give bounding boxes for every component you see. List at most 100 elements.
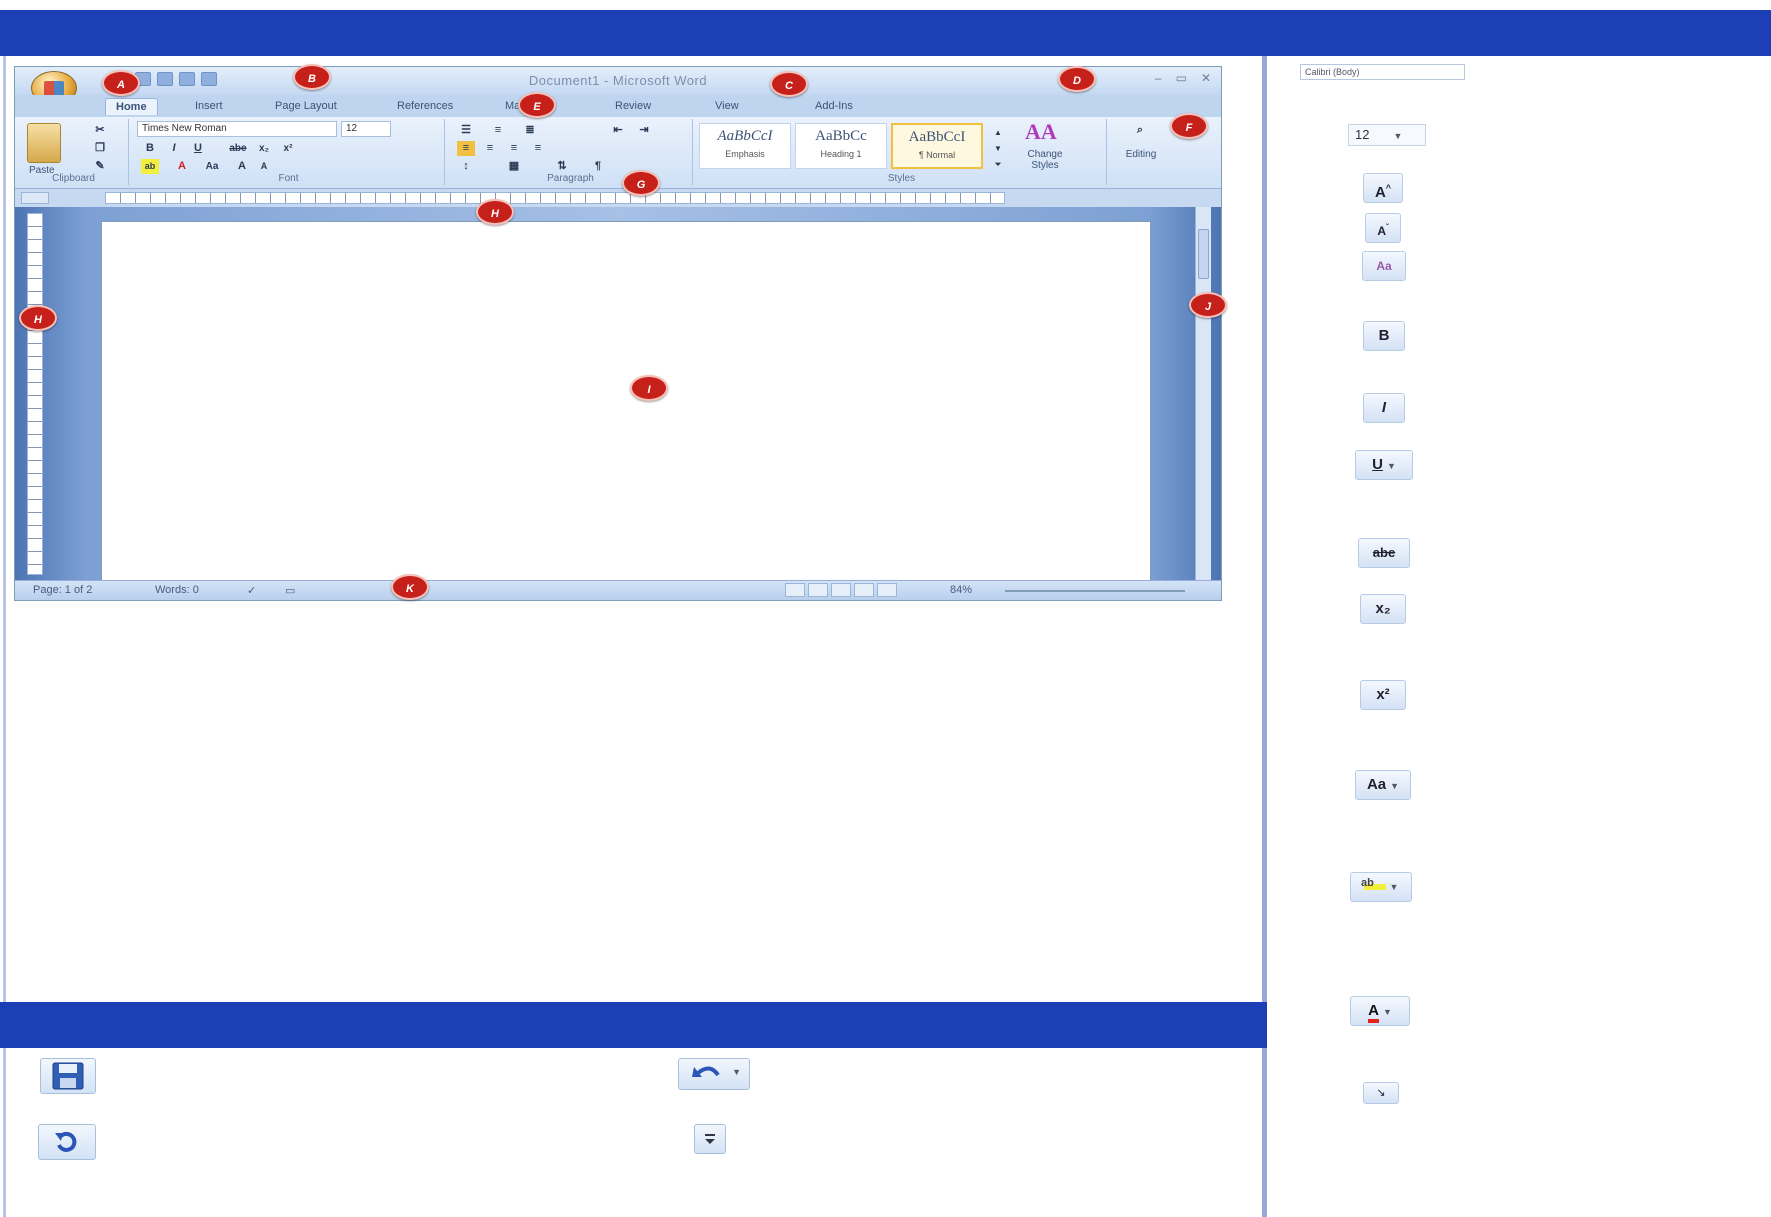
- styles-scroll-up-icon[interactable]: ▲: [989, 125, 1007, 140]
- editing-group: ⌕ Editing: [1111, 119, 1171, 185]
- document-page[interactable]: [101, 221, 1151, 581]
- tab-selector[interactable]: [21, 192, 49, 204]
- change-styles-icon[interactable]: AA: [1025, 119, 1057, 145]
- draft-view-icon[interactable]: [877, 583, 897, 597]
- ribbon-change-case-button[interactable]: Aa: [203, 159, 221, 174]
- styles-scroll-down-icon[interactable]: ▼: [989, 141, 1007, 156]
- close-icon[interactable]: ✕: [1201, 71, 1211, 85]
- style-heading-1[interactable]: AaBbCc Heading 1: [795, 123, 887, 169]
- font-dialog-launcher-button[interactable]: ↘: [1363, 1082, 1399, 1104]
- zoom-level[interactable]: 84%: [950, 584, 972, 596]
- clipboard-group-label: Clipboard: [52, 173, 95, 184]
- numbering-icon[interactable]: ≡: [489, 123, 507, 138]
- font-size-select[interactable]: 12: [341, 121, 391, 137]
- web-layout-view-icon[interactable]: [831, 583, 851, 597]
- tab-page-layout[interactable]: Page Layout: [265, 98, 347, 114]
- style-emphasis[interactable]: AaBbCcI Emphasis: [699, 123, 791, 169]
- window-title: Document1 - Microsoft Word: [528, 73, 708, 88]
- decrease-indent-icon[interactable]: ⇤: [609, 123, 627, 138]
- italic-button[interactable]: I: [1363, 393, 1405, 423]
- status-bar: Page: 1 of 2 Words: 0 ✓ ▭ 84%: [15, 580, 1221, 600]
- ribbon-grow-font-button[interactable]: A: [233, 159, 251, 174]
- minimize-icon[interactable]: –: [1155, 71, 1162, 85]
- ribbon-font-color-button[interactable]: A: [173, 159, 191, 174]
- ribbon-bold-button[interactable]: B: [141, 141, 159, 156]
- shrink-font-button[interactable]: Aˇ: [1365, 213, 1401, 243]
- bullets-icon[interactable]: ☰: [457, 123, 475, 138]
- styles-group-label: Styles: [887, 173, 916, 184]
- underline-button[interactable]: U ▼: [1355, 450, 1413, 480]
- repeat-button[interactable]: [38, 1124, 96, 1160]
- zoom-slider[interactable]: [1005, 590, 1185, 592]
- outline-view-icon[interactable]: [854, 583, 874, 597]
- style-name: ¶ Normal: [918, 150, 956, 160]
- borders-icon[interactable]: ▦: [505, 159, 523, 174]
- tab-home[interactable]: Home: [105, 98, 158, 115]
- align-left-icon[interactable]: ≡: [457, 141, 475, 156]
- line-spacing-icon[interactable]: ↕: [457, 159, 475, 174]
- tab-add-ins[interactable]: Add-Ins: [805, 98, 863, 114]
- show-marks-icon[interactable]: ¶: [589, 159, 607, 174]
- ribbon-underline-button[interactable]: U: [189, 141, 207, 156]
- horizontal-ruler: [15, 189, 1221, 207]
- multilevel-list-icon[interactable]: ≣: [521, 123, 539, 138]
- tab-insert[interactable]: Insert: [185, 98, 233, 114]
- save-button[interactable]: [40, 1058, 96, 1094]
- print-layout-view-icon[interactable]: [785, 583, 805, 597]
- word-count[interactable]: Words: 0: [155, 584, 199, 596]
- callout-d: D: [1058, 66, 1096, 92]
- macro-record-icon[interactable]: ▭: [285, 584, 295, 597]
- ruler-strip[interactable]: [105, 192, 1005, 204]
- text-highlight-button[interactable]: ab ▼: [1350, 872, 1412, 902]
- align-right-icon[interactable]: ≡: [505, 141, 523, 156]
- vertical-scrollbar[interactable]: [1195, 207, 1211, 581]
- align-center-icon[interactable]: ≡: [481, 141, 499, 156]
- ribbon-strikethrough-button[interactable]: abe: [225, 141, 251, 156]
- change-case-button[interactable]: Aa ▼: [1355, 770, 1411, 800]
- clipboard-group: Paste ✂ ❐ ✎ Clipboard: [19, 119, 129, 185]
- strikethrough-icon: abe: [1372, 545, 1396, 560]
- increase-indent-icon[interactable]: ⇥: [635, 123, 653, 138]
- undo-button[interactable]: ▼: [678, 1058, 750, 1090]
- tab-references[interactable]: References: [387, 98, 463, 114]
- style-normal[interactable]: AaBbCcI ¶ Normal: [891, 123, 983, 169]
- font-name-select[interactable]: Times New Roman: [137, 121, 337, 137]
- full-screen-view-icon[interactable]: [808, 583, 828, 597]
- editing-label[interactable]: Editing: [1115, 149, 1167, 160]
- justify-icon[interactable]: ≡: [529, 141, 547, 156]
- change-styles-label[interactable]: Change Styles: [1015, 149, 1075, 171]
- page-count[interactable]: Page: 1 of 2: [33, 584, 92, 596]
- cut-icon[interactable]: ✂: [91, 123, 109, 138]
- ribbon-italic-button[interactable]: I: [165, 141, 183, 156]
- font-color-button[interactable]: A ▼: [1350, 996, 1410, 1026]
- sort-icon[interactable]: ⇅: [553, 159, 571, 174]
- ribbon-shrink-font-button[interactable]: A: [255, 159, 273, 174]
- grow-font-icon: A: [1374, 184, 1386, 201]
- side-font-name-select[interactable]: Calibri (Body): [1300, 64, 1465, 80]
- ribbon-subscript-button[interactable]: x₂: [255, 141, 273, 156]
- subscript-button[interactable]: x₂: [1360, 594, 1406, 624]
- paste-icon[interactable]: [27, 123, 61, 163]
- tab-view[interactable]: View: [705, 98, 749, 114]
- tab-review[interactable]: Review: [605, 98, 661, 114]
- customize-qat-button[interactable]: [694, 1124, 726, 1154]
- italic-icon: I: [1381, 399, 1387, 416]
- side-font-size-select[interactable]: 12 ▼: [1348, 124, 1426, 146]
- style-preview: AaBbCcI: [717, 128, 773, 144]
- grow-font-button[interactable]: A^: [1363, 173, 1403, 203]
- strikethrough-button[interactable]: abe: [1358, 538, 1410, 568]
- vertical-ruler[interactable]: [27, 213, 43, 575]
- ribbon-superscript-button[interactable]: x²: [279, 141, 297, 156]
- redo-icon: [55, 1131, 77, 1152]
- scrollbar-thumb[interactable]: [1198, 229, 1209, 279]
- copy-icon[interactable]: ❐: [91, 141, 109, 156]
- proofing-icon[interactable]: ✓: [247, 584, 256, 597]
- styles-more-icon[interactable]: ⏷: [989, 157, 1007, 172]
- format-painter-icon[interactable]: ✎: [91, 159, 109, 174]
- find-icon[interactable]: ⌕: [1131, 123, 1149, 138]
- maximize-icon[interactable]: ▭: [1176, 71, 1187, 85]
- ribbon-highlight-button[interactable]: ab: [141, 159, 159, 174]
- superscript-button[interactable]: x²: [1360, 680, 1406, 710]
- bold-button[interactable]: B: [1363, 321, 1405, 351]
- clear-formatting-button[interactable]: Aa: [1362, 251, 1406, 281]
